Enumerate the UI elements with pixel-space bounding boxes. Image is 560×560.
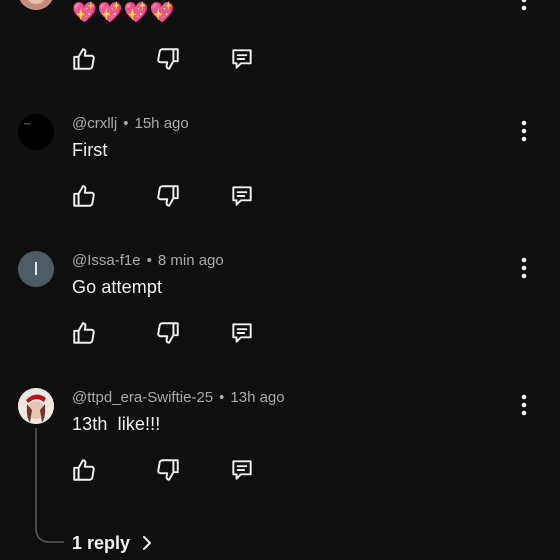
- comment: @ttpd_era-Swiftie-25 • 13h ago 13th like!!…: [0, 386, 560, 496]
- comment-text: 13th like!!!: [72, 414, 161, 434]
- thumbs-up-icon: [73, 185, 95, 207]
- avatar[interactable]: [18, 0, 54, 10]
- comment-meta: @Issa-f1e • 8 min ago: [72, 252, 224, 269]
- comment-icon: [232, 49, 252, 69]
- like-button[interactable]: [70, 45, 98, 73]
- author-handle[interactable]: @crxllj: [72, 115, 117, 132]
- timestamp[interactable]: 13h ago: [230, 389, 284, 406]
- thumbs-down-icon: [157, 459, 179, 481]
- replies-count-label: 1 reply: [72, 532, 131, 553]
- avatar[interactable]: [18, 114, 54, 150]
- like-button[interactable]: [70, 182, 98, 210]
- avatar[interactable]: [18, 388, 54, 424]
- thumbs-down-icon: [157, 185, 179, 207]
- avatar-image: [18, 388, 54, 424]
- more-options-icon[interactable]: [512, 254, 536, 282]
- separator: •: [123, 115, 129, 132]
- more-options-icon[interactable]: [512, 0, 536, 14]
- author-handle[interactable]: @Issa-f1e: [72, 252, 141, 269]
- thumbs-up-icon: [73, 459, 95, 481]
- reply-button[interactable]: [228, 319, 256, 347]
- comment-top: 💖💖💖💖: [0, 0, 560, 80]
- comment-actions: [70, 319, 270, 347]
- comment: I @Issa-f1e • 8 min ago Go attempt: [0, 249, 560, 359]
- avatar[interactable]: I: [18, 251, 54, 287]
- thumbs-down-icon: [157, 48, 179, 70]
- author-handle[interactable]: @ttpd_era-Swiftie-25: [72, 389, 213, 406]
- more-options-icon[interactable]: [512, 391, 536, 419]
- comment-icon: [232, 460, 252, 480]
- thumbs-up-icon: [73, 48, 95, 70]
- comment-actions: [70, 182, 270, 210]
- view-replies-button[interactable]: 1 reply: [72, 531, 154, 555]
- thumbs-down-icon: [157, 322, 179, 344]
- dislike-button[interactable]: [154, 182, 182, 210]
- comment-icon: [232, 186, 252, 206]
- timestamp[interactable]: 15h ago: [135, 115, 189, 132]
- comment-actions: [70, 45, 270, 73]
- comment-icon: [232, 323, 252, 343]
- comment: @crxllj • 15h ago First: [0, 112, 560, 222]
- timestamp[interactable]: 8 min ago: [158, 252, 224, 269]
- avatar-image: [18, 114, 54, 150]
- dislike-button[interactable]: [154, 319, 182, 347]
- reply-button[interactable]: [228, 456, 256, 484]
- comment-meta: @crxllj • 15h ago: [72, 115, 189, 132]
- reply-button[interactable]: [228, 45, 256, 73]
- separator: •: [219, 389, 225, 406]
- avatar-image: [18, 0, 54, 10]
- comment-meta: @ttpd_era-Swiftie-25 • 13h ago: [72, 389, 285, 406]
- comment-actions: [70, 456, 270, 484]
- chevron-right-icon: [143, 536, 152, 550]
- reply-button[interactable]: [228, 182, 256, 210]
- like-button[interactable]: [70, 456, 98, 484]
- separator: •: [146, 252, 152, 269]
- thumbs-up-icon: [73, 322, 95, 344]
- dislike-button[interactable]: [154, 45, 182, 73]
- comment-text: 💖💖💖💖: [72, 2, 176, 24]
- more-options-icon[interactable]: [512, 117, 536, 145]
- like-button[interactable]: [70, 319, 98, 347]
- dislike-button[interactable]: [154, 456, 182, 484]
- comment-text: First: [72, 140, 108, 160]
- avatar-letter: I: [33, 258, 39, 279]
- comment-text: Go attempt: [72, 277, 163, 297]
